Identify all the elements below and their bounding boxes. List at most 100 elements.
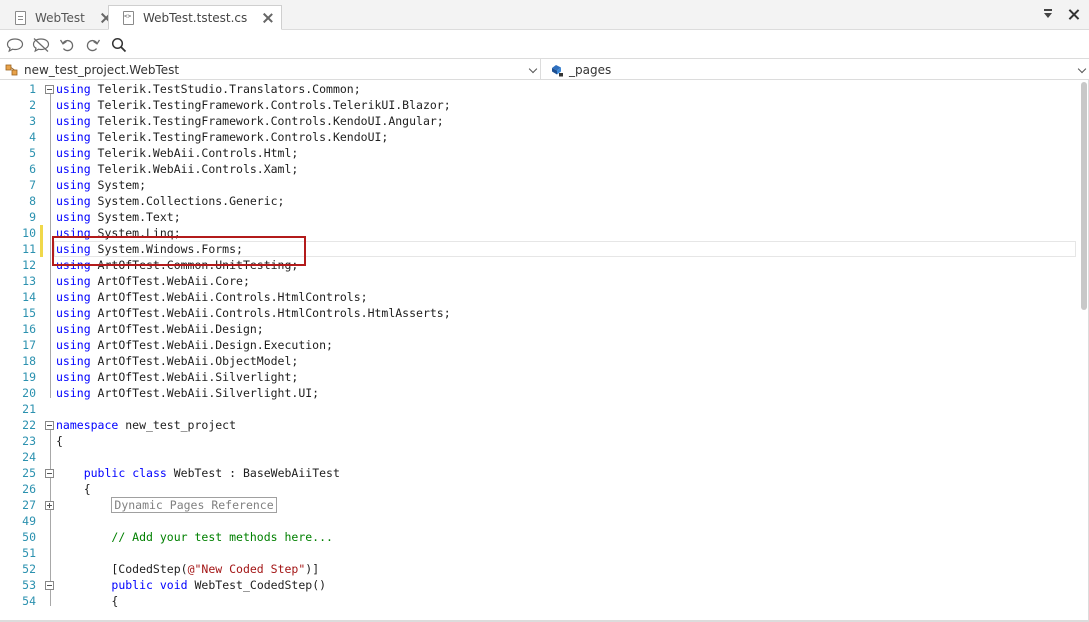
tab-webtest-tstest-cs[interactable]: WebTest.tstest.cs <box>108 5 283 30</box>
code-line[interactable]: 18 using ArtOfTest.WebAii.ObjectModel; <box>0 353 1080 369</box>
line-number: 23 <box>22 434 36 448</box>
code-text: using Telerik.TestingFramework.Controls.… <box>56 129 388 145</box>
line-number: 51 <box>22 546 36 560</box>
line-number: 53 <box>22 578 36 592</box>
code-line[interactable]: 51 <box>0 545 1080 561</box>
code-line[interactable]: 14 using ArtOfTest.WebAii.Controls.HtmlCo… <box>0 289 1080 305</box>
code-token: Telerik.TestingFramework.Controls.KendoU… <box>90 130 389 144</box>
code-line[interactable]: 15 using ArtOfTest.WebAii.Controls.HtmlCo… <box>0 305 1080 321</box>
code-token: Telerik.TestStudio.Translators.Common; <box>90 82 361 96</box>
code-text: [CodedStep(@"New Coded Step")] <box>56 561 319 577</box>
code-line[interactable]: 53 public void WebTest_CodedStep() <box>0 577 1080 593</box>
line-number: 17 <box>22 338 36 352</box>
code-line[interactable]: 4 using Telerik.TestingFramework.Controls… <box>0 129 1080 145</box>
tab-label: WebTest.tstest.cs <box>143 10 248 25</box>
line-number: 9 <box>29 210 36 224</box>
code-line[interactable]: 25 public class WebTest : BaseWebAiiTest <box>0 465 1080 481</box>
code-text: using ArtOfTest.WebAii.Silverlight.UI; <box>56 385 319 401</box>
code-text: using ArtOfTest.WebAii.ObjectModel; <box>56 353 298 369</box>
code-line[interactable]: 52 [CodedStep(@"New Coded Step")] <box>0 561 1080 577</box>
keyword-token: using <box>56 274 91 288</box>
redo-icon[interactable] <box>84 36 102 54</box>
keyword-token: using <box>56 370 91 384</box>
keyword-token: using <box>56 354 91 368</box>
code-text: using ArtOfTest.WebAii.Design; <box>56 321 264 337</box>
line-number: 14 <box>22 290 36 304</box>
code-line[interactable]: 1 using Telerik.TestStudio.Translators.Co… <box>0 81 1080 97</box>
keyword-token: using <box>56 194 91 208</box>
code-line[interactable]: 49 <box>0 513 1080 529</box>
class-selector-dropdown[interactable]: new_test_project.WebTest <box>0 59 541 80</box>
expand-icon[interactable] <box>45 501 54 510</box>
code-token: ArtOfTest.WebAii.Controls.HtmlControls.H… <box>90 306 451 320</box>
collapsed-region[interactable]: Dynamic Pages Reference <box>111 497 277 513</box>
line-number: 21 <box>22 402 36 416</box>
code-token: )] <box>305 562 320 576</box>
code-text: namespace new_test_project <box>56 417 236 433</box>
line-number: 12 <box>22 258 36 272</box>
code-line[interactable]: 21 <box>0 401 1080 417</box>
line-number: 18 <box>22 354 36 368</box>
code-line[interactable]: 20 using ArtOfTest.WebAii.Silverlight.UI; <box>0 385 1080 401</box>
code-text: using ArtOfTest.WebAii.Controls.HtmlCont… <box>56 289 368 305</box>
vertical-scrollbar-thumb[interactable] <box>1081 82 1087 310</box>
code-text: using ArtOfTest.WebAii.Silverlight; <box>56 369 298 385</box>
line-number: 6 <box>29 162 36 176</box>
comment-icon[interactable] <box>6 36 24 54</box>
annotation-highlight-box <box>52 236 306 266</box>
code-text: // Add your test methods here... <box>56 529 333 545</box>
code-line[interactable]: 16 using ArtOfTest.WebAii.Design; <box>0 321 1080 337</box>
tab-webtest[interactable]: WebTest <box>0 5 120 30</box>
code-line[interactable]: 13 using ArtOfTest.WebAii.Core; <box>0 273 1080 289</box>
line-number: 5 <box>29 146 36 160</box>
code-token: ArtOfTest.WebAii.Design.Execution; <box>90 338 333 352</box>
code-line[interactable]: 7 using System; <box>0 177 1080 193</box>
code-token: Telerik.TestingFramework.Controls.KendoU… <box>90 114 444 128</box>
code-line[interactable]: 24 <box>0 449 1080 465</box>
collapse-icon[interactable] <box>45 85 54 94</box>
tab-list-dropdown-icon[interactable] <box>1040 7 1056 23</box>
keyword-token: using <box>56 290 91 304</box>
code-line[interactable]: 5 using Telerik.WebAii.Controls.Html; <box>0 145 1080 161</box>
code-line[interactable]: 54 { <box>0 593 1080 609</box>
collapse-icon[interactable] <box>45 421 54 430</box>
close-document-icon[interactable] <box>1066 7 1082 23</box>
undo-icon[interactable] <box>58 36 76 54</box>
collapse-icon[interactable] <box>45 469 54 478</box>
code-line[interactable]: 17 using ArtOfTest.WebAii.Design.Executio… <box>0 337 1080 353</box>
code-line[interactable]: 2 using Telerik.TestingFramework.Controls… <box>0 97 1080 113</box>
close-icon[interactable] <box>261 11 275 25</box>
keyword-token: void <box>159 578 188 592</box>
line-number: 49 <box>22 514 36 528</box>
code-token: Telerik.WebAii.Controls.Html; <box>90 146 299 160</box>
code-editor[interactable]: 1 using Telerik.TestStudio.Translators.Co… <box>0 81 1089 622</box>
code-line[interactable]: 3 using Telerik.TestingFramework.Controls… <box>0 113 1080 129</box>
code-line[interactable]: 27 Dynamic Pages Reference <box>0 497 1080 513</box>
file-icon <box>15 10 26 25</box>
code-line[interactable]: 9 using System.Text; <box>0 209 1080 225</box>
line-number: 11 <box>22 242 36 256</box>
code-line[interactable]: 6 using Telerik.WebAii.Controls.Xaml; <box>0 161 1080 177</box>
uncomment-icon[interactable] <box>32 36 50 54</box>
code-line[interactable]: 8 using System.Collections.Generic; <box>0 193 1080 209</box>
code-token: Telerik.WebAii.Controls.Xaml; <box>90 162 299 176</box>
code-line[interactable]: 22 namespace new_test_project <box>0 417 1080 433</box>
code-line[interactable]: 50 // Add your test methods here... <box>0 529 1080 545</box>
tab-label: WebTest <box>35 10 85 25</box>
code-line[interactable]: 19 using ArtOfTest.WebAii.Silverlight; <box>0 369 1080 385</box>
code-token: WebTest : BaseWebAiiTest <box>166 466 340 480</box>
code-token: Telerik.TestingFramework.Controls.Teleri… <box>90 98 451 112</box>
keyword-token: using <box>56 98 91 112</box>
keyword-token: using <box>56 130 91 144</box>
line-number: 22 <box>22 418 36 432</box>
code-token: { <box>56 434 63 448</box>
search-icon[interactable] <box>110 36 128 54</box>
code-line[interactable]: 23 { <box>0 433 1080 449</box>
member-selector-dropdown[interactable]: _pages <box>545 59 1089 80</box>
code-line[interactable]: 26 { <box>0 481 1080 497</box>
editor-toolbar <box>0 31 1089 58</box>
collapse-icon[interactable] <box>45 581 54 590</box>
navigation-bar: new_test_project.WebTest _pages <box>0 58 1089 80</box>
keyword-token: public <box>83 466 126 480</box>
